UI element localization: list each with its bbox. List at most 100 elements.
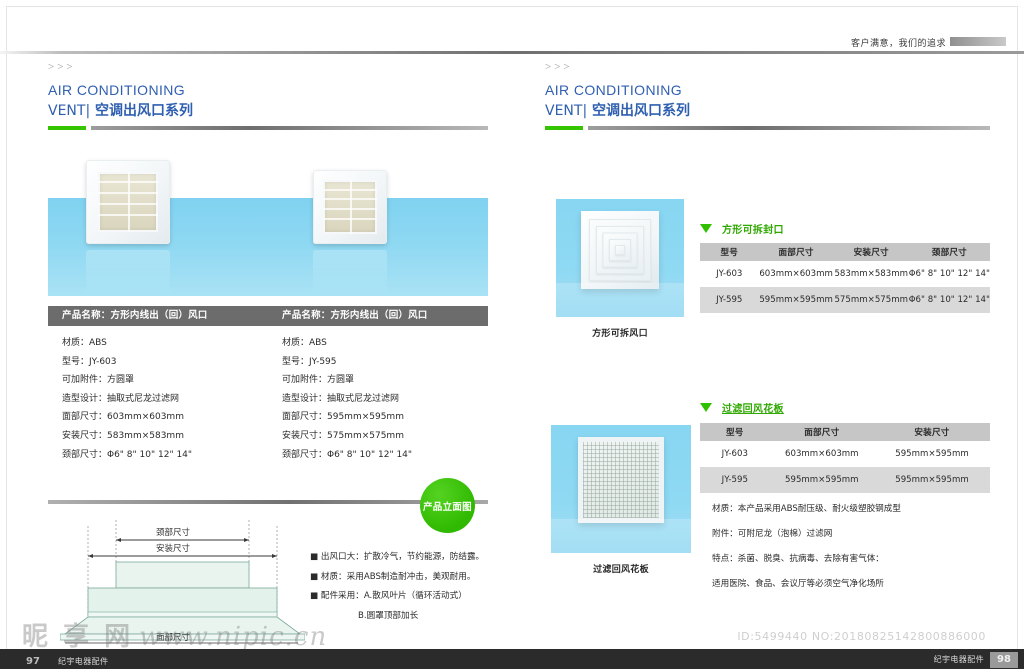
cell-neck-size: Φ6" 8" 10" 12" 14"	[908, 287, 990, 313]
spec-row: 面部尺寸：603mm×603mm	[62, 412, 184, 423]
note-line: 附件：可附尼龙（泡棉）过滤网	[712, 529, 833, 539]
spec-row: 安装尺寸：583mm×583mm	[62, 430, 184, 441]
heading-chinese-right: VENT| 空调出风口系列	[545, 102, 990, 121]
heading-rule-grey-left	[91, 126, 488, 130]
left-page-heading: >>> AIR CONDITIONING VENT| 空调出风口系列	[48, 60, 488, 130]
cell-face-size: 595mm×595mm	[769, 467, 874, 493]
note-line: 特点：杀菌、脱臭、抗病毒、去除有害气体：	[712, 554, 884, 564]
col-face-size: 面部尺寸	[769, 423, 874, 441]
cell-face-size: 595mm×595mm	[758, 287, 834, 313]
vent-louvers	[323, 180, 377, 234]
spec-title-col-1: 产品名称：方形内线出（回）风口	[62, 310, 208, 321]
cell-neck-size: Φ6" 8" 10" 12" 14"	[908, 269, 990, 279]
spec-row: 型号：JY-595	[282, 356, 337, 367]
spec-row: 安装尺寸：575mm×575mm	[282, 430, 404, 441]
cell-install-size: 583mm×583mm	[834, 269, 908, 279]
col-model: 型号	[700, 423, 770, 441]
filter-mesh-illustration	[578, 437, 664, 523]
spec-title-bar: 产品名称：方形内线出（回）风口 产品名称：方形内线出（回）风口	[48, 306, 488, 326]
note-line: 适用医院、食品、会议厅等必须空气净化场所	[712, 579, 884, 589]
cell-model: JY-603	[716, 269, 743, 279]
section-title-filter-panel: 过滤回风花板	[700, 400, 784, 415]
spec-title-col-2: 产品名称：方形内线出（回）风口	[282, 310, 428, 321]
spec-row: 造型设计：抽取式尼龙过滤网	[282, 393, 400, 404]
cell-model: JY-603	[721, 449, 748, 459]
section-title-square-detachable: 方形可拆封口	[700, 221, 784, 236]
table-row: JY-603 603mm×603mm 595mm×595mm	[700, 441, 990, 467]
filter-panel-notes: 材质：本产品采用ABS耐压级、耐火级塑胶钢成型 附件：可附尼龙（泡棉）过滤网 特…	[712, 497, 1002, 597]
cell-face-size: 603mm×603mm	[785, 449, 859, 459]
hero-photo-band	[48, 148, 488, 296]
cell-model: JY-595	[700, 467, 770, 493]
photo-caption-square-detachable: 方形可拆风口	[592, 329, 648, 339]
watermark: 昵 享 网 www.nipic.cn	[22, 616, 327, 653]
heading-vent-label-right: VENT|	[545, 103, 588, 119]
watermark-url: www.nipic.cn	[139, 622, 328, 652]
spec-row: 颈部尺寸：Φ6" 8" 10" 12" 14"	[282, 449, 413, 460]
product-spec-block: 产品名称：方形内线出（回）风口 产品名称：方形内线出（回）风口 材质：ABS 型…	[48, 306, 488, 464]
note-line: 材质：本产品采用ABS耐压级、耐火级塑胶钢成型	[712, 504, 901, 514]
spec-row: 材质：ABS	[62, 338, 107, 348]
right-page-heading: >>> AIR CONDITIONING VENT| 空调出风口系列	[545, 60, 990, 130]
col-install-size: 安装尺寸	[833, 243, 909, 261]
heading-rule-green-right	[545, 126, 583, 130]
col-neck-size: 颈部尺寸	[908, 243, 990, 261]
heading-chinese-left: VENT| 空调出风口系列	[48, 102, 488, 121]
heading-rule-grey-right	[588, 126, 990, 130]
vent-louvers	[97, 171, 159, 233]
feature-bullet: ■ 出风口大：扩散冷气，节约能源，防结露。	[310, 552, 485, 562]
spec-row: 面部尺寸：595mm×595mm	[282, 412, 404, 423]
drawing-label-install: 安装尺寸	[156, 544, 191, 554]
heading-vent-label-left: VENT|	[48, 103, 91, 119]
spec-row: 颈部尺寸：Φ6" 8" 10" 12" 14"	[62, 449, 193, 460]
vent-reflection	[86, 250, 170, 296]
col-model: 型号	[700, 243, 759, 261]
catalog-spread: 客户满意，我们的追求 >>> AIR CONDITIONING VENT| 空调…	[0, 0, 1024, 669]
heading-arrows-right: >>>	[545, 61, 573, 73]
watermark-logo: 昵 享 网	[22, 622, 134, 652]
cell-model: JY-595	[700, 287, 759, 313]
photo-reflection	[551, 519, 691, 553]
section-title-label: 方形可拆封口	[722, 225, 784, 236]
vent-reflection	[313, 250, 387, 296]
col-face-size: 面部尺寸	[758, 243, 834, 261]
page-number-left: 97	[26, 656, 40, 667]
spec-row: 可加附件：方圆罩	[282, 375, 355, 386]
spec-columns: 材质：ABS 型号：JY-603 可加附件：方圆罩 造型设计：抽取式尼龙过滤网 …	[48, 334, 488, 464]
col-install-size: 安装尺寸	[873, 423, 990, 441]
table-row: JY-595 595mm×595mm 575mm×575mm Φ6" 8" 10…	[700, 287, 990, 313]
table-square-detachable: 型号 面部尺寸 安装尺寸 颈部尺寸 JY-603 603mm×603mm 583…	[700, 243, 990, 313]
footer-bar	[0, 649, 1024, 669]
photo-card-square-detachable: 方形可拆风口	[556, 199, 684, 339]
heading-english-right: AIR CONDITIONING	[545, 82, 683, 98]
section-title-label: 过滤回风花板	[722, 404, 784, 415]
header-accent-bar	[950, 37, 1006, 46]
feature-bullet: B.圆罩顶部加长	[358, 610, 419, 621]
heading-rule-green-left	[48, 126, 86, 130]
table-header-row: 型号 面部尺寸 安装尺寸	[700, 423, 990, 441]
diffuser-illustration	[581, 211, 659, 289]
header-slogan: 客户满意，我们的追求	[850, 39, 946, 49]
elevation-badge: 产品立面图	[420, 478, 475, 533]
heading-rule-left	[48, 126, 488, 130]
heading-english-left: AIR CONDITIONING	[48, 82, 186, 98]
footer-brand-right: 纪宇电器配件	[933, 655, 984, 664]
table-row: JY-603 603mm×603mm 583mm×583mm Φ6" 8" 10…	[700, 261, 990, 287]
feature-bullet: ■ 配件采用：A.散风叶片（循环活动式）	[310, 591, 467, 601]
photo-card-filter-panel: 过滤回风花板	[551, 425, 691, 575]
cell-install-size: 595mm×595mm	[895, 449, 969, 459]
hero-vent-unit-right	[313, 170, 387, 296]
photo-reflection	[556, 283, 684, 317]
drawing-label-neck: 颈部尺寸	[156, 528, 191, 538]
triangle-marker-icon	[700, 224, 712, 233]
hero-vent-unit-left	[86, 160, 170, 296]
page-number-right: 98	[990, 652, 1018, 668]
table-header-row: 型号 面部尺寸 安装尺寸 颈部尺寸	[700, 243, 990, 261]
feature-bullet-list: ■ 出风口大：扩散冷气，节约能源，防结露。 ■ 材质：采用ABS制造耐冲击，美观…	[310, 548, 510, 626]
stock-id-badge: ID:5499440 NO:20180825142800886000	[727, 627, 996, 646]
spec-column-2: 材质：ABS 型号：JY-595 可加附件：方圆罩 造型设计：抽取式尼龙过滤网 …	[268, 334, 488, 464]
product-photo-filter-panel	[551, 425, 691, 553]
heading-arrows-left: >>>	[48, 61, 76, 73]
triangle-marker-icon	[700, 403, 712, 412]
header-rule	[0, 51, 1024, 54]
